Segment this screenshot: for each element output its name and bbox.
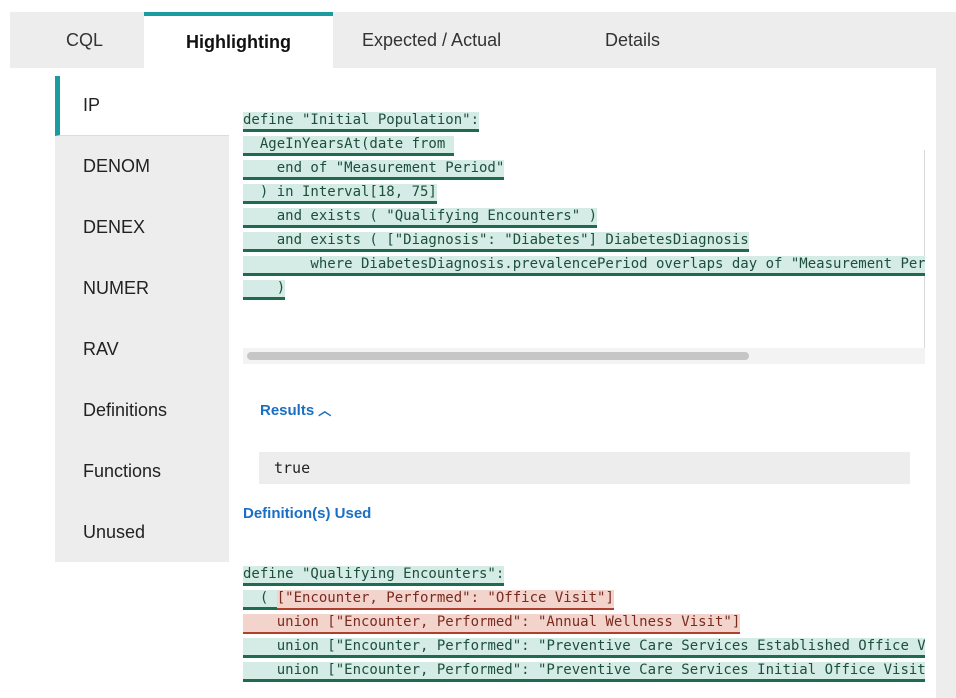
code-segment: ["Encounter, Performed": "Office Visit"] [276, 590, 614, 610]
chevron-up-icon: ︿ [318, 403, 332, 418]
code-segment: ) [243, 280, 286, 300]
code-segment [243, 136, 260, 156]
code-segment: where DiabetesDiagnosis.prevalencePeriod… [243, 256, 925, 276]
sidebar-item-rav[interactable]: RAV [55, 319, 229, 379]
code-line: AgeInYearsAt(date from [243, 133, 925, 157]
horizontal-scrollbar[interactable] [243, 348, 925, 364]
sidebar-item-denom[interactable]: DENOM [55, 136, 229, 196]
population-sidebar: IP DENOM DENEX NUMER RAV Definitions Fun… [55, 76, 229, 562]
tab-bar: CQL Highlighting Expected / Actual Detai… [10, 12, 956, 68]
sidebar-item-definitions[interactable]: Definitions [55, 380, 229, 440]
code-segment: union ["Encounter, Performed": "Preventi… [243, 662, 925, 682]
results-label: Results [260, 402, 315, 419]
code-segment: union [243, 638, 328, 658]
panel-edge [936, 68, 956, 698]
scrollbar-thumb[interactable] [247, 352, 749, 360]
code-line: union ["Encounter, Performed": "Annual W… [243, 611, 925, 635]
results-toggle[interactable]: Results ︿ [260, 400, 331, 419]
code-line: end of "Measurement Period" [243, 157, 925, 181]
code-segment: union ["Encounter, Performed": "Annual W… [243, 614, 741, 634]
sidebar-item-unused[interactable]: Unused [55, 502, 229, 562]
sidebar-item-numer[interactable]: NUMER [55, 258, 229, 318]
code-segment: define "Qualifying Encounters": [243, 566, 505, 586]
code-line: define "Qualifying Encounters": [243, 563, 925, 587]
code-segment: and exists ( "Qualifying Encounters" ) [243, 208, 598, 228]
code-line: ) in Interval[18, 75] [243, 181, 925, 205]
code-line: and exists ( ["Diagnosis": "Diabetes"] D… [243, 229, 925, 253]
tab-expected-actual[interactable]: Expected / Actual [362, 12, 501, 68]
code-segment: ) in Interval[18, 75] [243, 184, 437, 204]
tab-cql[interactable]: CQL [66, 12, 103, 68]
tab-highlighting[interactable]: Highlighting [144, 12, 333, 68]
code-segment: define "Initial Population": [243, 112, 480, 132]
code-block-initial-population: define "Initial Population": AgeInYearsA… [243, 109, 925, 301]
code-line: where DiabetesDiagnosis.prevalencePeriod… [243, 253, 925, 277]
code-line: ) [243, 277, 925, 301]
tab-details[interactable]: Details [605, 12, 660, 68]
sidebar-item-ip[interactable]: IP [55, 76, 229, 136]
code-segment: end of "Measurement Period" [243, 160, 505, 180]
definitions-used-heading: Definition(s) Used [243, 505, 372, 522]
code-line: and exists ( "Qualifying Encounters" ) [243, 205, 925, 229]
code-segment: AgeInYearsAt(date from [259, 136, 454, 156]
code-segment: and exists ( ["Diagnosis": "Diabetes"] D… [243, 232, 749, 252]
sidebar-item-denex[interactable]: DENEX [55, 197, 229, 257]
sidebar-item-functions[interactable]: Functions [55, 441, 229, 501]
code-line: ( ["Encounter, Performed": "Office Visit… [243, 587, 925, 611]
code-line: union ["Encounter, Performed": "Preventi… [243, 635, 925, 659]
code-segment: ( [243, 590, 277, 610]
result-value: true [259, 452, 910, 484]
code-block-qualifying-encounters: define "Qualifying Encounters": ( ["Enco… [243, 563, 925, 683]
code-segment: ["Encounter, Performed": "Preventive Car… [327, 638, 925, 658]
code-line: define "Initial Population": [243, 109, 925, 133]
code-line: union ["Encounter, Performed": "Preventi… [243, 659, 925, 683]
